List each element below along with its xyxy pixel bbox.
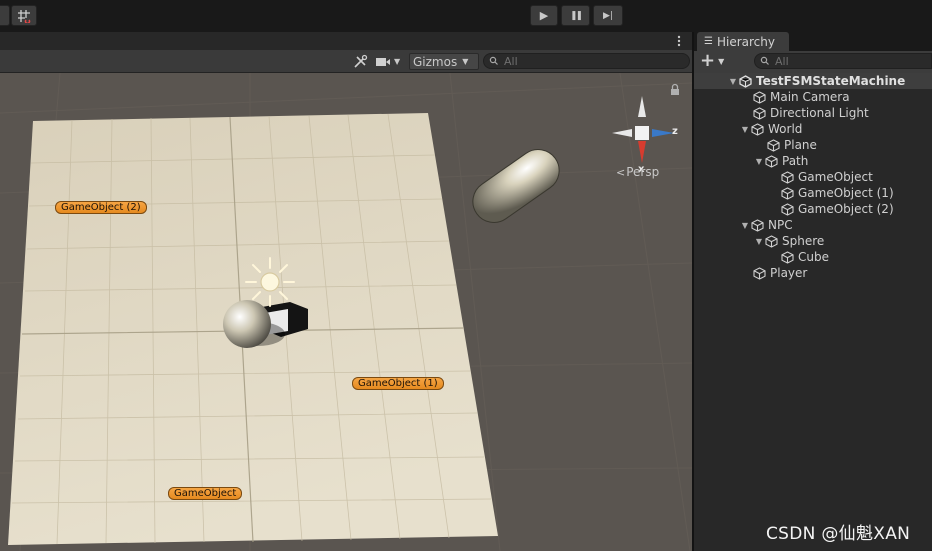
gameobject-icon — [750, 122, 764, 136]
tree-item-gameobject-1[interactable]: GameObject (1) — [694, 185, 932, 201]
scene-tools-button[interactable] — [348, 53, 372, 70]
tree-item-plane[interactable]: Plane — [694, 137, 932, 153]
projection-toggle[interactable]: < Persp — [616, 165, 659, 179]
tree-item-label: Path — [782, 154, 809, 168]
tree-item-label: TestFSMStateMachine — [756, 74, 906, 88]
tools-icon — [353, 54, 367, 68]
pause-icon: ❚❚ — [569, 10, 583, 21]
chevron-down-icon: ▼ — [718, 56, 725, 66]
gameobject-icon — [752, 90, 766, 104]
tree-item-sphere[interactable]: ▼ Sphere — [694, 233, 932, 249]
gameobject-icon — [780, 250, 794, 264]
chevron-down-icon: ▼ — [462, 57, 469, 66]
gizmos-dropdown[interactable]: Gizmos ▼ — [409, 53, 479, 70]
tree-item-player[interactable]: Player — [694, 265, 932, 281]
scene-search-field[interactable]: All — [483, 53, 690, 69]
tab-hierarchy[interactable]: ☰ Hierarchy — [697, 32, 789, 51]
hierarchy-search-field[interactable]: All — [754, 53, 932, 69]
gameobject-icon — [750, 218, 764, 232]
expand-arrow-icon[interactable]: ▼ — [728, 77, 738, 86]
play-button[interactable]: ▶ — [530, 5, 558, 26]
perspective-icon: < — [616, 165, 626, 179]
tree-item-label: Sphere — [782, 234, 825, 248]
main-toolbar: ▶ ❚❚ ▶| — [0, 0, 932, 33]
gameobject-icon — [780, 170, 794, 184]
tree-item-label: World — [768, 122, 803, 136]
expand-arrow-icon[interactable]: ▼ — [740, 221, 750, 230]
watermark-text: CSDN @仙魁XAN — [766, 524, 911, 544]
tree-item-main-camera[interactable]: Main Camera — [694, 89, 932, 105]
add-dropdown[interactable]: + ▼ — [700, 52, 728, 70]
tree-item-directional-light[interactable]: Directional Light — [694, 105, 932, 121]
step-icon: ▶| — [603, 10, 613, 21]
search-placeholder: All — [775, 54, 789, 68]
toolbar-left-button[interactable] — [0, 5, 10, 26]
tree-item-label: Cube — [798, 250, 829, 264]
tree-item-label: NPC — [768, 218, 793, 232]
tree-item-label: Main Camera — [770, 90, 850, 104]
camera-dropdown[interactable]: ▼ — [375, 53, 407, 70]
hierarchy-toolbar: + ▼ All — [694, 51, 932, 74]
hierarchy-tab-label: Hierarchy — [716, 34, 775, 49]
scene-viewport[interactable]: x z < Persp GameObject (2) GameObject (1… — [0, 73, 692, 551]
directional-light-icon[interactable] — [245, 257, 295, 307]
tree-item-npc[interactable]: ▼ NPC — [694, 217, 932, 233]
gizmo-z-label: z — [672, 126, 678, 137]
gameobject-icon — [780, 186, 794, 200]
hierarchy-tree: ▼ TestFSMStateMachine Main Camera Direct… — [694, 73, 932, 551]
pause-button[interactable]: ❚❚ — [561, 5, 590, 26]
scene-label-gameobject[interactable]: GameObject — [168, 487, 243, 500]
gameobject-icon — [764, 154, 778, 168]
chevron-down-icon: ▼ — [394, 57, 401, 66]
tree-item-label: Player — [770, 266, 808, 280]
gameobject-icon — [752, 266, 766, 280]
tree-item-gameobject[interactable]: GameObject — [694, 169, 932, 185]
scene-toolbar: ▼ Gizmos ▼ All — [0, 50, 692, 73]
expand-arrow-icon[interactable]: ▼ — [740, 125, 750, 134]
hierarchy-icon: ☰ — [704, 36, 713, 47]
tree-item-path[interactable]: ▼ Path — [694, 153, 932, 169]
tree-item-scene[interactable]: ▼ TestFSMStateMachine — [694, 73, 932, 89]
camera-icon — [376, 57, 390, 66]
grid-snap-button[interactable] — [11, 5, 37, 26]
tree-item-gameobject-2[interactable]: GameObject (2) — [694, 201, 932, 217]
expand-arrow-icon[interactable]: ▼ — [754, 157, 764, 166]
more-options-icon[interactable] — [672, 34, 686, 48]
capsule-object[interactable] — [465, 141, 568, 230]
play-icon: ▶ — [539, 9, 549, 22]
projection-label: Persp — [626, 165, 660, 179]
tree-item-label: Plane — [784, 138, 817, 152]
scene-panel: ▼ Gizmos ▼ All x z < Persp GameObject (2… — [0, 32, 692, 551]
tree-item-label: GameObject — [798, 170, 873, 184]
gizmos-label: Gizmos — [413, 54, 458, 69]
tree-item-cube[interactable]: Cube — [694, 249, 932, 265]
step-button[interactable]: ▶| — [593, 5, 623, 26]
tree-item-label: GameObject (2) — [798, 202, 894, 216]
scene-tab-bar — [0, 32, 692, 50]
expand-arrow-icon[interactable]: ▼ — [754, 237, 764, 246]
tree-item-label: GameObject (1) — [798, 186, 894, 200]
grid-snap-icon — [18, 9, 31, 23]
gameobject-icon — [764, 234, 778, 248]
hierarchy-tab-bar: ☰ Hierarchy — [694, 32, 932, 51]
unity-scene-icon — [738, 74, 752, 88]
tree-item-world[interactable]: ▼ World — [694, 121, 932, 137]
scene-label-gameobject-2[interactable]: GameObject (2) — [55, 201, 147, 214]
tree-item-label: Directional Light — [770, 106, 869, 120]
gameobject-icon — [752, 106, 766, 120]
sphere-object[interactable] — [223, 300, 271, 348]
search-icon — [760, 56, 769, 65]
plus-icon: + — [700, 50, 716, 71]
scene-render — [0, 73, 692, 551]
gameobject-icon — [780, 202, 794, 216]
hierarchy-panel: ☰ Hierarchy + ▼ All ▼ TestFSMStateMachin… — [694, 32, 932, 551]
scene-label-gameobject-1[interactable]: GameObject (1) — [352, 377, 444, 390]
search-icon — [489, 56, 498, 65]
gameobject-icon — [766, 138, 780, 152]
search-placeholder: All — [504, 54, 518, 68]
